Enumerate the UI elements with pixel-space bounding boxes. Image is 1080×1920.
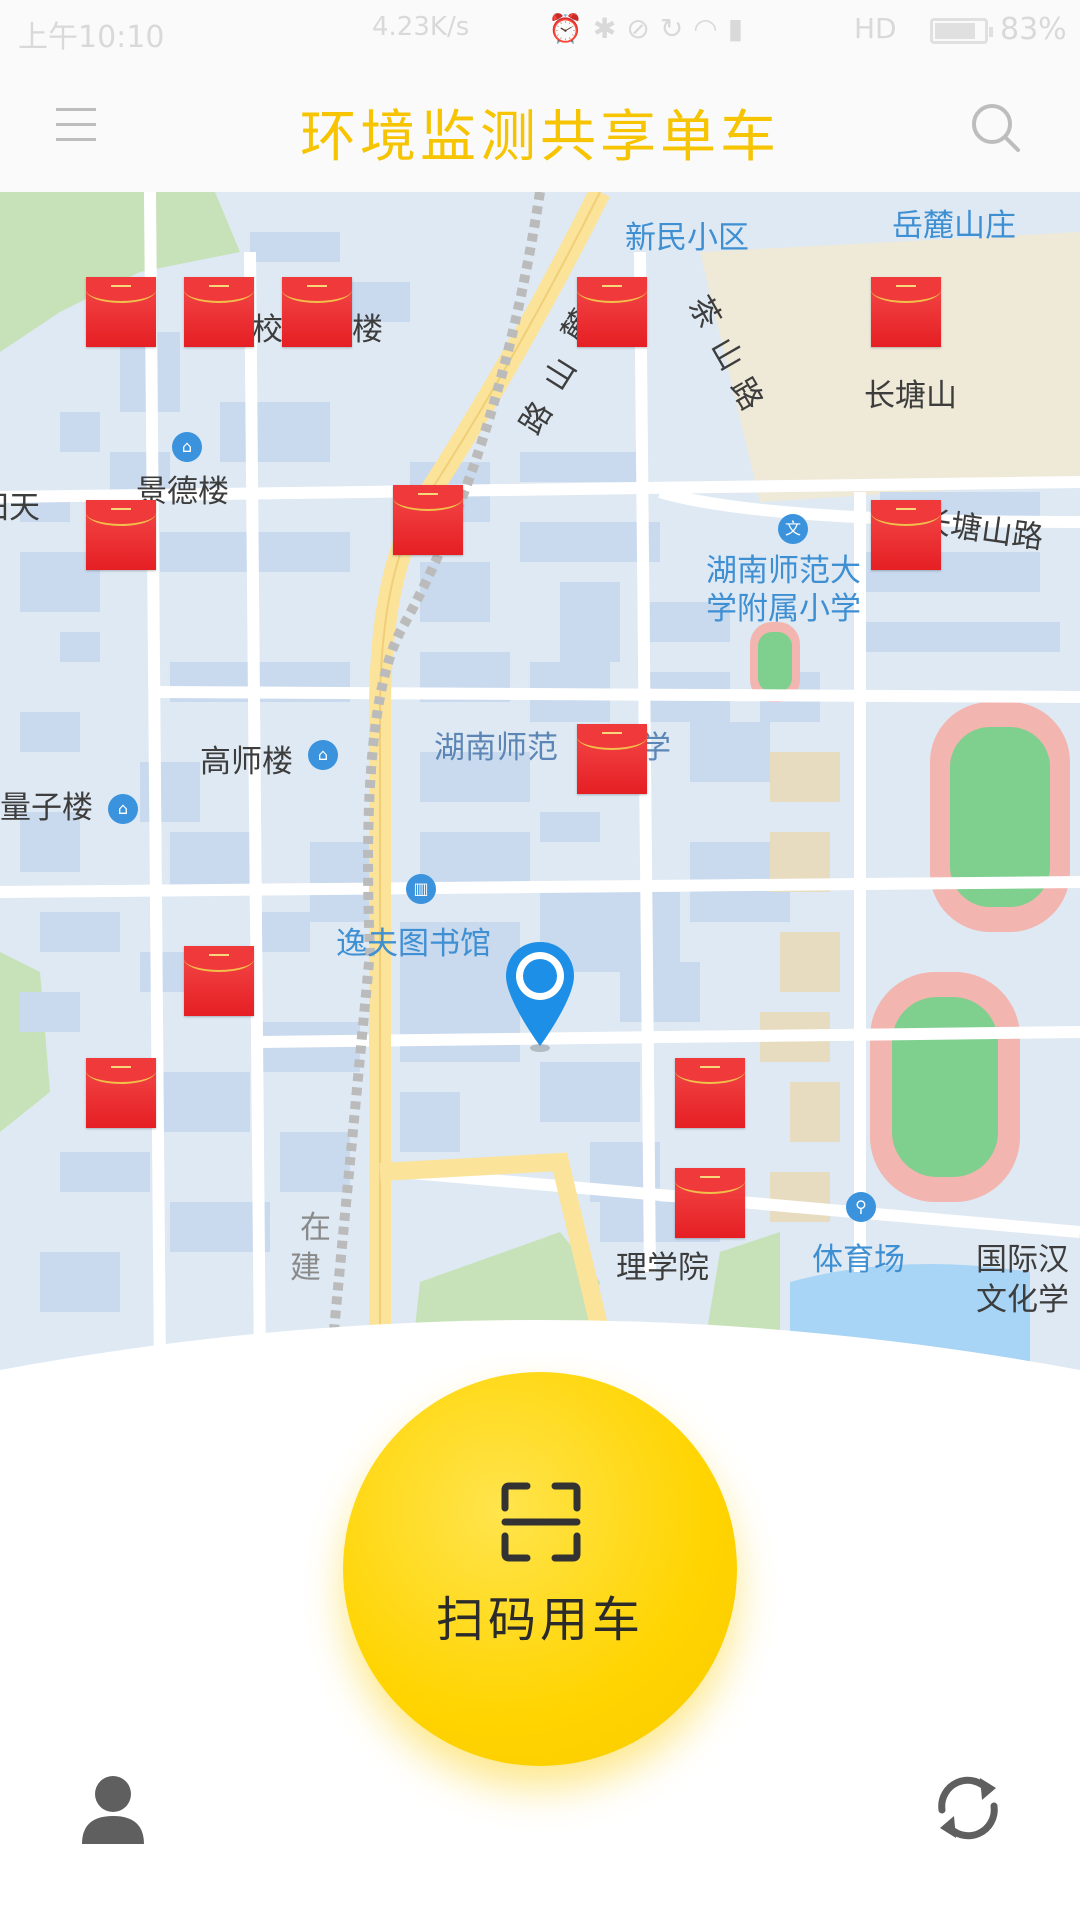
alarm-icon: ⏰	[548, 12, 593, 45]
signal-icon: ▮	[727, 12, 754, 45]
map-label-changtangshan: 长塘山	[864, 378, 957, 414]
location-pin-icon[interactable]	[502, 940, 578, 1055]
search-icon[interactable]	[968, 100, 1024, 156]
app-bar: 环境监测共享单车	[0, 60, 1080, 192]
red-envelope-marker[interactable]	[184, 277, 254, 347]
mute-icon: ⊘	[626, 12, 660, 45]
red-envelope-marker[interactable]	[393, 485, 463, 555]
red-envelope-marker[interactable]	[282, 277, 352, 347]
map-label-science-college: 理学院	[616, 1250, 709, 1286]
battery-icon	[930, 18, 993, 44]
map-label-culture: 文化学	[976, 1282, 1069, 1318]
status-time: 上午10:10	[18, 20, 165, 55]
school-poi-icon: ⌂	[308, 740, 338, 770]
map-label-yifu-library: 逸夫图书馆	[336, 926, 491, 962]
bluetooth-icon: ✱	[592, 12, 627, 45]
map-label-zai: 在	[300, 1210, 331, 1246]
map-label-international: 国际汉	[976, 1242, 1069, 1278]
map-label-liangzi-building: 量子楼	[0, 790, 93, 826]
status-icons: ⏰✱⊘↻◠▮	[548, 12, 753, 45]
map-label-stadium: 体育场	[812, 1242, 905, 1278]
stadium-poi-icon: ⚲	[846, 1192, 876, 1222]
red-envelope-marker[interactable]	[184, 946, 254, 1016]
map-label-lou: 楼	[352, 312, 383, 348]
scan-to-ride-button[interactable]: 扫码用车	[343, 1372, 737, 1766]
sync-icon: ↻	[659, 12, 694, 45]
status-bar: 上午10:10 4.23K/s ⏰✱⊘↻◠▮ HD 83%	[0, 0, 1080, 60]
map-view[interactable]: 新民小区 岳麓山庄 校 楼 长塘山 景德楼 田天 长塘山路 湖南师范大 学附属小…	[0, 192, 1080, 1372]
map-label-xinmin: 新民小区	[625, 220, 749, 256]
signal-label: HD	[854, 12, 897, 45]
library-poi-icon: ▥	[406, 874, 436, 904]
school-poi-icon: ⌂	[172, 432, 202, 462]
map-label-gaoshi-building: 高师楼	[200, 744, 293, 780]
map-label-xiao: 校	[252, 312, 283, 348]
red-envelope-marker[interactable]	[675, 1168, 745, 1238]
map-label-tian: 田天	[0, 490, 40, 526]
red-envelope-marker[interactable]	[577, 277, 647, 347]
red-envelope-marker[interactable]	[86, 500, 156, 570]
battery-level	[935, 23, 975, 39]
map-label-hunan-normal: 湖南师范	[434, 730, 558, 766]
red-envelope-marker[interactable]	[871, 500, 941, 570]
battery-percent: 83%	[1000, 12, 1067, 47]
red-envelope-marker[interactable]	[86, 277, 156, 347]
red-envelope-marker[interactable]	[675, 1058, 745, 1128]
map-label-attached-school: 湖南师范大 学附属小学	[706, 553, 861, 627]
user-icon[interactable]	[80, 1774, 146, 1844]
refresh-icon[interactable]	[930, 1770, 1006, 1846]
red-envelope-marker[interactable]	[871, 277, 941, 347]
school-poi-icon: ⌂	[108, 794, 138, 824]
red-envelope-marker[interactable]	[86, 1058, 156, 1128]
scan-to-ride-label: 扫码用车	[435, 1592, 644, 1648]
scan-qr-icon	[501, 1482, 581, 1562]
map-label-yuelu-shanzhuang: 岳麓山庄	[892, 208, 1016, 244]
wifi-icon: ◠	[693, 12, 728, 45]
red-envelope-marker[interactable]	[577, 724, 647, 794]
network-speed: 4.23K/s	[372, 12, 470, 42]
education-poi-icon: 文	[778, 514, 808, 544]
map-label-jian: 建	[290, 1250, 321, 1286]
app-title: 环境监测共享单车	[300, 105, 780, 170]
